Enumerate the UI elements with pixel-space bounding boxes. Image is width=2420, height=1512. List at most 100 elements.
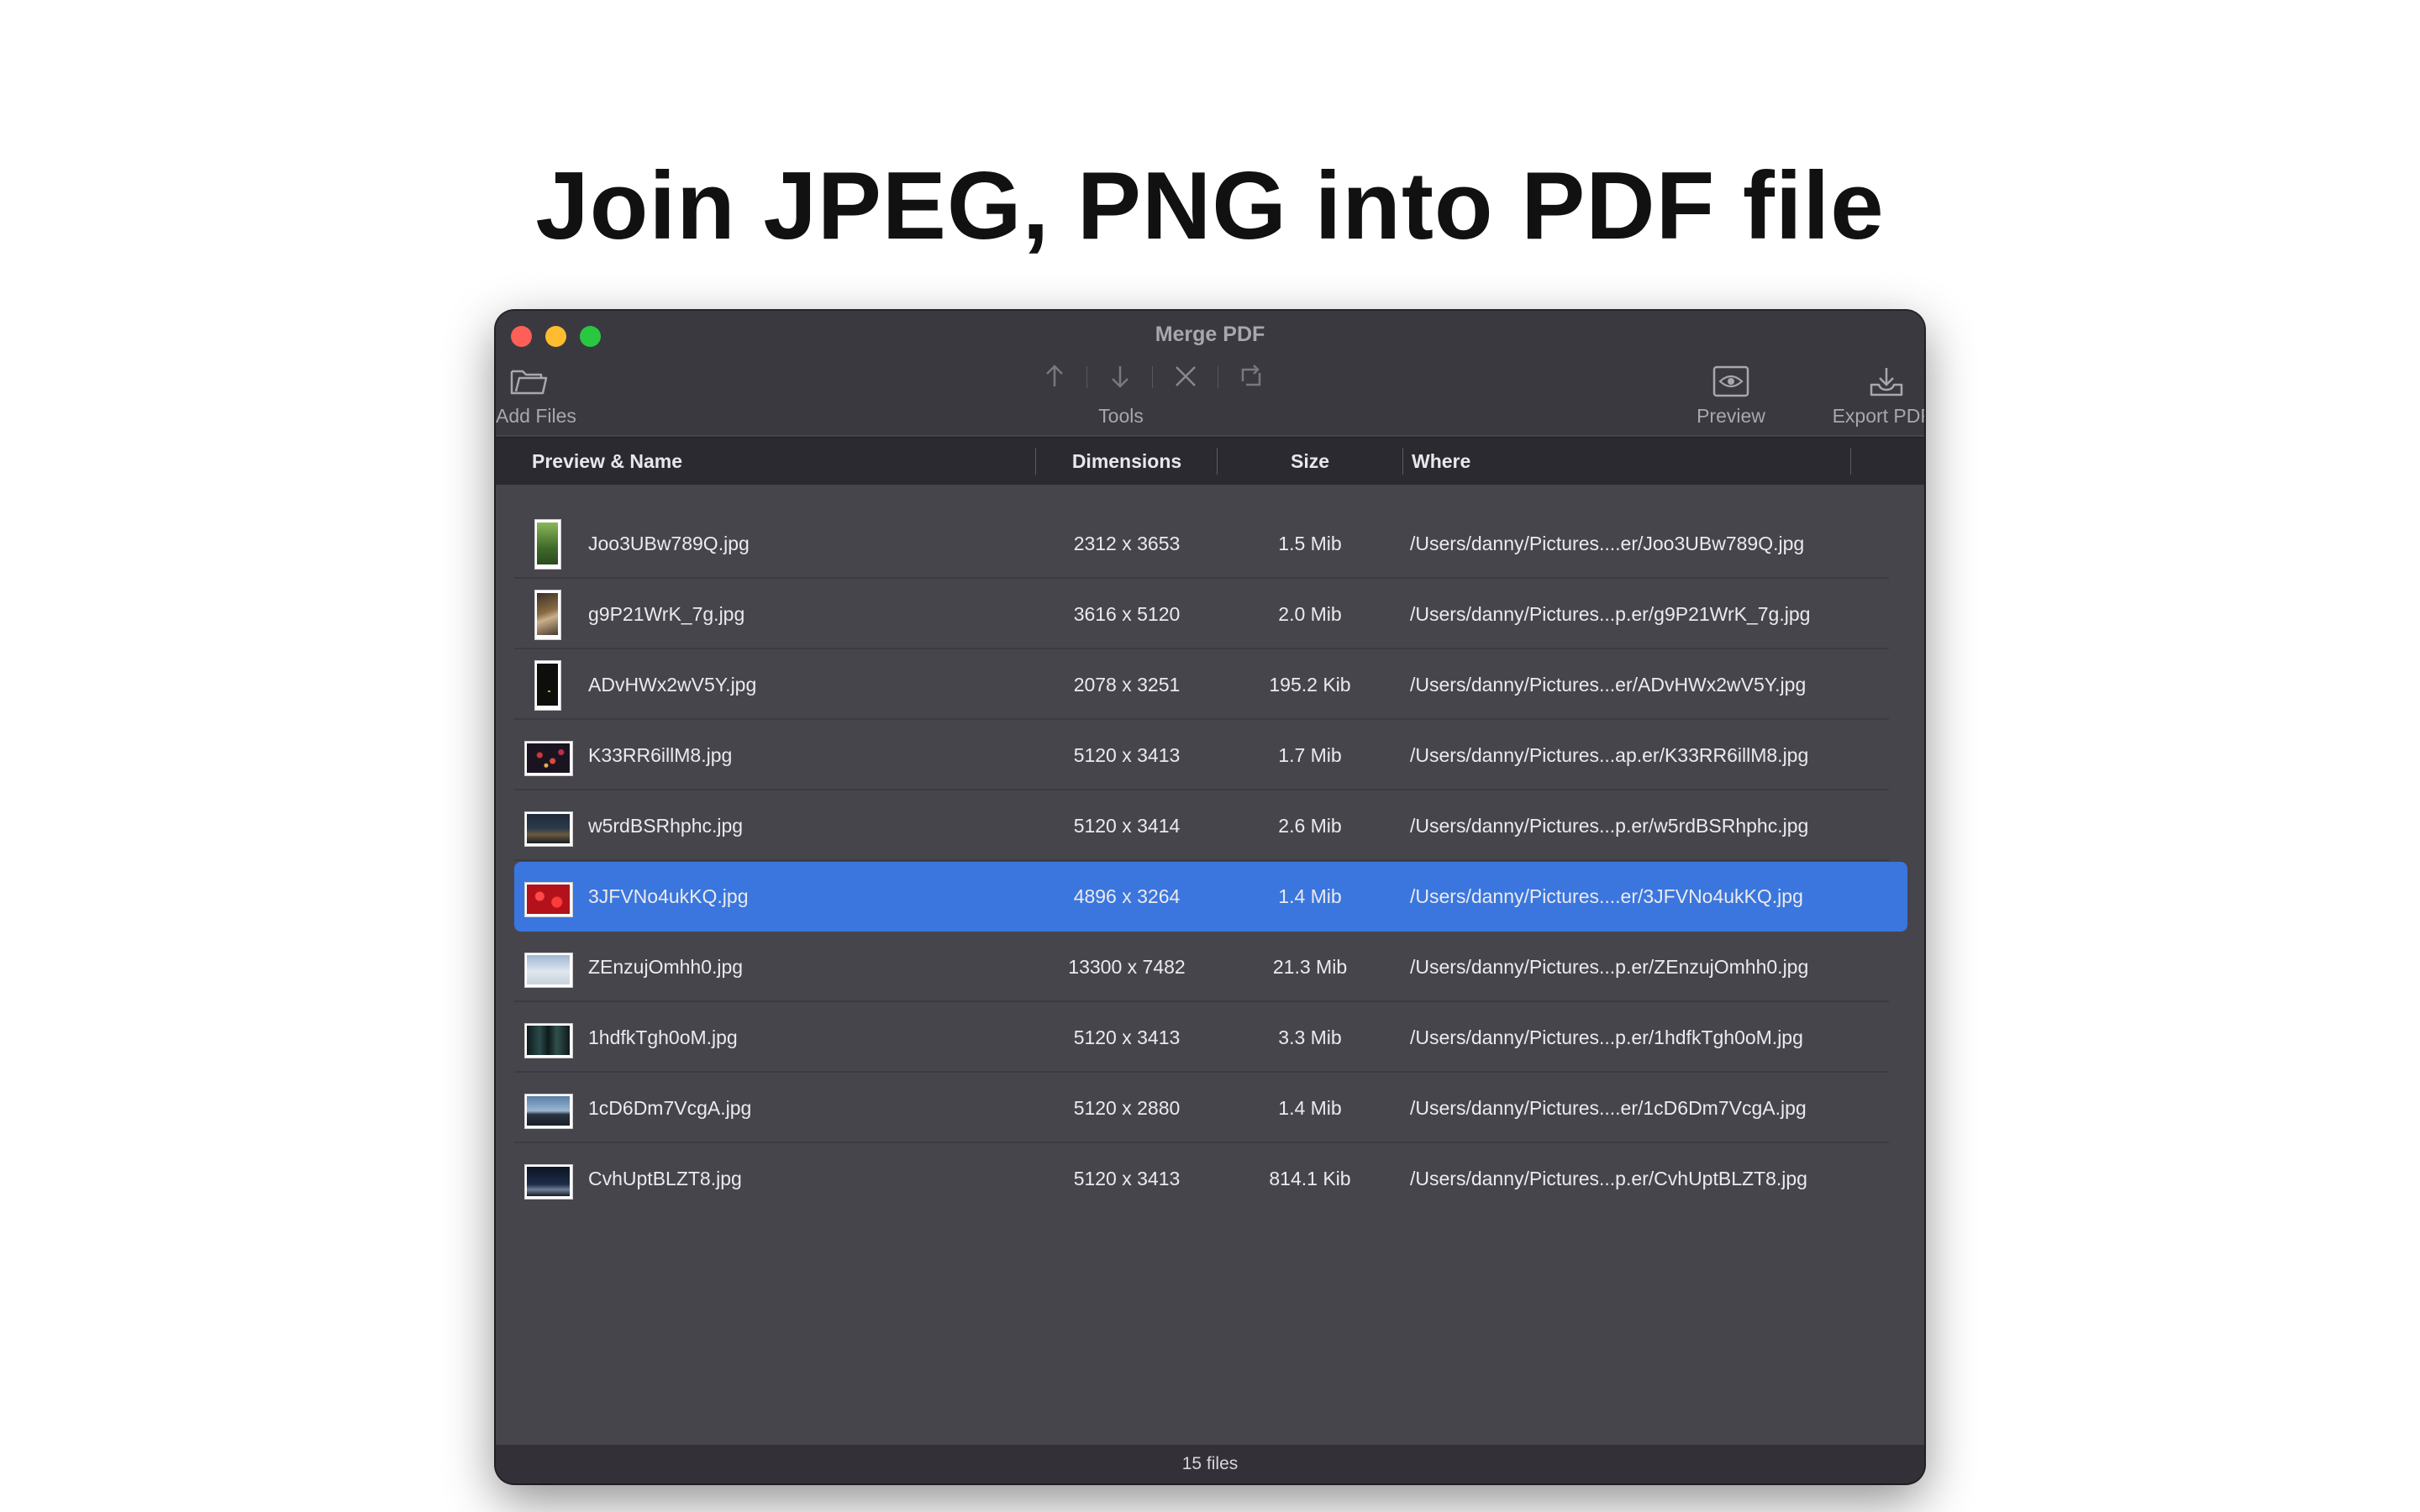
image-thumbnail xyxy=(523,1154,573,1205)
file-size: 1.7 Mib xyxy=(1278,744,1342,766)
column-header-where[interactable]: Where xyxy=(1412,438,1470,485)
file-size: 195.2 Kib xyxy=(1269,674,1351,696)
file-name: K33RR6illM8.jpg xyxy=(588,744,733,766)
file-dimensions: 4896 x 3264 xyxy=(1073,885,1181,907)
row-divider xyxy=(514,1000,1889,1002)
table-row[interactable]: w5rdBSRhphc.jpg 5120 x 3414 2.6 Mib /Use… xyxy=(514,791,1907,861)
file-dimensions: 5120 x 3414 xyxy=(1073,815,1181,837)
file-path: /Users/danny/Pictures...er/ADvHWx2wV5Y.j… xyxy=(1410,674,1807,696)
image-thumbnail xyxy=(523,590,571,640)
image-thumbnail xyxy=(523,1013,573,1063)
file-name: g9P21WrK_7g.jpg xyxy=(588,603,745,625)
file-size: 21.3 Mib xyxy=(1272,956,1348,978)
tool-divider xyxy=(1152,366,1153,388)
file-name: 3JFVNo4ukKQ.jpg xyxy=(588,885,749,907)
table-header: Preview & Name Dimensions Size Where xyxy=(496,437,1924,485)
export-pdf-label: Export PDF xyxy=(1832,405,1924,427)
remove-button[interactable] xyxy=(1169,360,1202,393)
table-row-selected[interactable]: 3JFVNo4ukKQ.jpg 4896 x 3264 1.4 Mib /Use… xyxy=(514,862,1907,932)
image-thumbnail xyxy=(523,1084,573,1134)
file-path: /Users/danny/Pictures...p.er/1hdfkTgh0oM… xyxy=(1410,1026,1803,1048)
table-row[interactable]: g9P21WrK_7g.jpg 3616 x 5120 2.0 Mib /Use… xyxy=(514,580,1907,649)
file-size: 1.5 Mib xyxy=(1278,533,1342,554)
eye-icon xyxy=(1712,365,1749,397)
table-row[interactable]: ADvHWx2wV5Y.jpg 2078 x 3251 195.2 Kib /U… xyxy=(514,650,1907,720)
file-path: /Users/danny/Pictures....er/1cD6Dm7VcgA.… xyxy=(1410,1097,1807,1119)
file-name: 1cD6Dm7VcgA.jpg xyxy=(588,1097,752,1119)
close-icon xyxy=(1176,366,1196,386)
rotate-icon xyxy=(1241,365,1261,386)
file-name: ZEnzujOmhh0.jpg xyxy=(588,956,744,978)
window-title: Merge PDF xyxy=(1155,323,1265,346)
image-thumbnail xyxy=(523,872,573,922)
table-row[interactable]: CvhUptBLZT8.jpg 5120 x 3413 814.1 Kib /U… xyxy=(514,1144,1907,1214)
file-size: 3.3 Mib xyxy=(1278,1026,1342,1048)
image-thumbnail xyxy=(523,801,573,852)
rotate-button[interactable] xyxy=(1234,360,1268,393)
file-name: 1hdfkTgh0oM.jpg xyxy=(588,1026,738,1048)
file-name: Joo3UBw789Q.jpg xyxy=(588,533,750,554)
image-thumbnail xyxy=(523,731,573,781)
file-name: w5rdBSRhphc.jpg xyxy=(588,815,744,837)
column-header-size[interactable]: Size xyxy=(1218,438,1402,485)
image-thumbnail xyxy=(523,519,571,570)
column-divider[interactable] xyxy=(1850,448,1851,475)
merge-pdf-window: Merge PDF Add Files Tools Preview Export… xyxy=(496,311,1924,1483)
file-dimensions: 5120 x 3413 xyxy=(1073,744,1181,766)
file-size: 1.4 Mib xyxy=(1278,1097,1342,1119)
image-thumbnail xyxy=(523,942,573,993)
file-dimensions: 3616 x 5120 xyxy=(1073,603,1181,625)
image-thumbnail xyxy=(523,660,571,711)
file-path: /Users/danny/Pictures...p.er/w5rdBSRhphc… xyxy=(1410,815,1809,837)
column-header-name[interactable]: Preview & Name xyxy=(532,438,682,485)
tool-divider xyxy=(1086,366,1087,388)
status-bar: 15 files xyxy=(496,1445,1924,1483)
file-dimensions: 5120 x 2880 xyxy=(1073,1097,1181,1119)
tools-group xyxy=(1031,360,1261,393)
page-headline: Join JPEG, PNG into PDF file xyxy=(535,153,1885,260)
file-dimensions: 2078 x 3251 xyxy=(1073,674,1181,696)
row-divider xyxy=(514,577,1889,579)
row-divider xyxy=(514,859,1889,861)
export-tray-icon xyxy=(1870,368,1903,396)
tools-label: Tools xyxy=(1098,405,1144,427)
title-toolbar: Merge PDF Add Files Tools Preview Export… xyxy=(496,311,1924,435)
table-row[interactable]: K33RR6illM8.jpg 5120 x 3413 1.7 Mib /Use… xyxy=(514,721,1907,790)
preview-label: Preview xyxy=(1697,405,1765,427)
file-path: /Users/danny/Pictures....er/Joo3UBw789Q.… xyxy=(1410,533,1805,554)
file-path: /Users/danny/Pictures...p.er/CvhUptBLZT8… xyxy=(1410,1168,1807,1189)
file-size: 2.0 Mib xyxy=(1278,603,1342,625)
file-size: 814.1 Kib xyxy=(1269,1168,1351,1189)
row-divider xyxy=(514,1142,1889,1143)
file-size: 2.6 Mib xyxy=(1278,815,1342,837)
preview-button[interactable]: Preview xyxy=(1689,365,1773,428)
file-dimensions: 13300 x 7482 xyxy=(1068,956,1186,978)
file-name: CvhUptBLZT8.jpg xyxy=(588,1168,742,1189)
column-divider[interactable] xyxy=(1402,448,1403,475)
table-row[interactable]: ZEnzujOmhh0.jpg 13300 x 7482 21.3 Mib /U… xyxy=(514,932,1907,1002)
file-path: /Users/danny/Pictures...ap.er/K33RR6illM… xyxy=(1410,744,1809,766)
file-name: ADvHWx2wV5Y.jpg xyxy=(588,674,757,696)
table-row[interactable]: Joo3UBw789Q.jpg 2312 x 3653 1.5 Mib /Use… xyxy=(514,509,1907,579)
file-path: /Users/danny/Pictures...p.er/ZEnzujOmhh0… xyxy=(1410,956,1809,978)
file-path: /Users/danny/Pictures...p.er/g9P21WrK_7g… xyxy=(1410,603,1811,625)
row-divider xyxy=(514,789,1889,790)
export-pdf-button[interactable]: Export PDF xyxy=(1833,365,1924,428)
column-header-dimensions[interactable]: Dimensions xyxy=(1036,438,1218,485)
table-row[interactable]: 1cD6Dm7VcgA.jpg 5120 x 2880 1.4 Mib /Use… xyxy=(514,1074,1907,1143)
move-down-button[interactable] xyxy=(1103,360,1137,393)
row-divider xyxy=(514,648,1889,649)
table-row[interactable]: 1hdfkTgh0oM.jpg 5120 x 3413 3.3 Mib /Use… xyxy=(514,1003,1907,1073)
file-size: 1.4 Mib xyxy=(1278,885,1342,907)
move-up-button[interactable] xyxy=(1038,360,1071,393)
row-divider xyxy=(514,1071,1889,1073)
arrow-down-icon xyxy=(1112,366,1128,388)
file-path: /Users/danny/Pictures....er/3JFVNo4ukKQ.… xyxy=(1410,885,1803,907)
row-divider xyxy=(514,718,1889,720)
add-files-button[interactable]: Add Files xyxy=(496,366,576,428)
file-dimensions: 5120 x 3413 xyxy=(1073,1026,1181,1048)
add-files-label: Add Files xyxy=(496,405,576,427)
folder-icon xyxy=(510,370,548,395)
file-dimensions: 5120 x 3413 xyxy=(1073,1168,1181,1189)
file-dimensions: 2312 x 3653 xyxy=(1073,533,1181,554)
